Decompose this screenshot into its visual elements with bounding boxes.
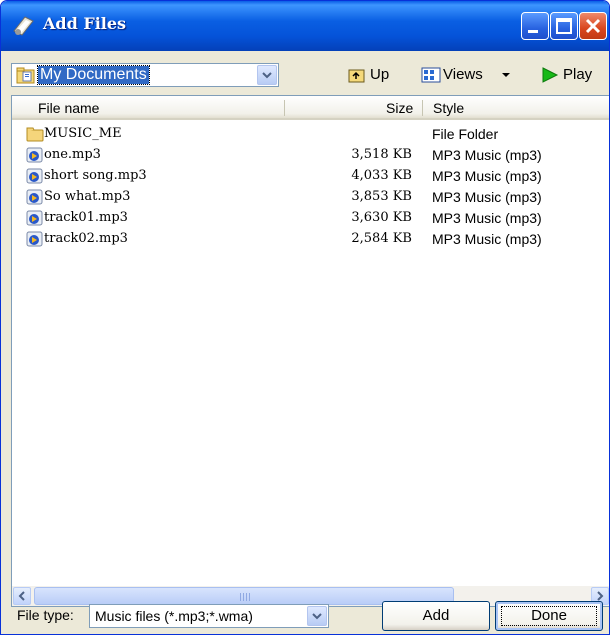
play-label: Play bbox=[563, 66, 593, 83]
up-button[interactable]: Up bbox=[348, 65, 403, 87]
file-style: MP3 Music (mp3) bbox=[432, 231, 542, 247]
file-list-header: File name Size Style bbox=[12, 96, 609, 120]
file-type-label: File type: bbox=[17, 607, 74, 623]
views-label: Views bbox=[443, 66, 483, 83]
grip-icon bbox=[240, 593, 250, 601]
mp3-file-icon bbox=[26, 210, 43, 226]
music-app-icon bbox=[13, 16, 34, 36]
column-divider[interactable] bbox=[284, 100, 285, 116]
file-list[interactable]: File name Size Style MUSIC_ME File Folde… bbox=[11, 95, 609, 607]
file-type-value: Music files (*.mp3;*.wma) bbox=[95, 608, 253, 624]
list-item[interactable]: one.mp3 3,518 KB MP3 Music (mp3) bbox=[12, 145, 609, 166]
title-bar[interactable]: Add Files bbox=[1, 1, 609, 51]
file-size: 3,630 KB bbox=[351, 210, 412, 225]
views-dropdown-arrow-icon[interactable] bbox=[501, 72, 511, 78]
list-item[interactable]: track01.mp3 3,630 KB MP3 Music (mp3) bbox=[12, 208, 609, 229]
location-dropdown-arrow[interactable] bbox=[257, 65, 277, 85]
maximize-icon bbox=[556, 18, 572, 34]
views-icon bbox=[421, 67, 441, 83]
mp3-file-icon bbox=[26, 189, 43, 205]
scroll-left-button[interactable] bbox=[13, 587, 31, 605]
file-size: 3,853 KB bbox=[351, 189, 412, 204]
column-divider[interactable] bbox=[422, 100, 423, 116]
file-name: one.mp3 bbox=[44, 147, 101, 162]
file-name: track02.mp3 bbox=[44, 231, 128, 246]
file-style: File Folder bbox=[432, 126, 499, 142]
up-label: Up bbox=[370, 66, 390, 83]
toolbar: My Documents Up Views Play bbox=[1, 51, 609, 95]
folder-up-icon bbox=[348, 69, 365, 83]
file-name: So what.mp3 bbox=[44, 189, 131, 204]
play-icon bbox=[542, 67, 559, 83]
mp3-file-icon bbox=[26, 147, 43, 163]
focus-ring bbox=[501, 606, 597, 626]
window-title: Add Files bbox=[43, 14, 127, 33]
location-dropdown[interactable]: My Documents bbox=[11, 63, 279, 87]
close-button[interactable] bbox=[579, 12, 607, 40]
done-button[interactable]: Done bbox=[495, 601, 603, 631]
mp3-file-icon bbox=[26, 231, 43, 247]
column-header-name[interactable]: File name bbox=[38, 100, 99, 116]
file-name: MUSIC_ME bbox=[44, 126, 122, 141]
add-files-dialog: Add Files My Documents Up Views Play Fil… bbox=[0, 0, 610, 635]
chevron-down-icon bbox=[312, 613, 322, 620]
file-type-dropdown[interactable]: Music files (*.mp3;*.wma) bbox=[89, 604, 329, 628]
file-style: MP3 Music (mp3) bbox=[432, 147, 542, 163]
file-name: short song.mp3 bbox=[44, 168, 147, 183]
list-item[interactable]: track02.mp3 2,584 KB MP3 Music (mp3) bbox=[12, 229, 609, 250]
file-style: MP3 Music (mp3) bbox=[432, 210, 542, 226]
file-size: 2,584 KB bbox=[351, 231, 412, 246]
list-item[interactable]: So what.mp3 3,853 KB MP3 Music (mp3) bbox=[12, 187, 609, 208]
list-item[interactable]: short song.mp3 4,033 KB MP3 Music (mp3) bbox=[12, 166, 609, 187]
file-size: 4,033 KB bbox=[351, 168, 412, 183]
folder-icon bbox=[26, 127, 44, 142]
column-header-size[interactable]: Size bbox=[386, 100, 413, 116]
views-button[interactable]: Views bbox=[421, 65, 516, 87]
file-style: MP3 Music (mp3) bbox=[432, 168, 542, 184]
minimize-button[interactable] bbox=[521, 12, 549, 40]
file-size: 3,518 KB bbox=[351, 147, 412, 162]
play-button[interactable]: Play bbox=[541, 65, 603, 87]
close-icon bbox=[585, 18, 601, 34]
list-item[interactable]: MUSIC_ME File Folder bbox=[12, 124, 609, 145]
maximize-button[interactable] bbox=[550, 12, 578, 40]
file-style: MP3 Music (mp3) bbox=[432, 189, 542, 205]
location-value: My Documents bbox=[37, 65, 150, 85]
column-header-style[interactable]: Style bbox=[433, 100, 464, 116]
my-documents-folder-icon bbox=[16, 67, 35, 84]
file-name: track01.mp3 bbox=[44, 210, 128, 225]
chevron-left-icon bbox=[18, 591, 25, 601]
add-button[interactable]: Add bbox=[382, 601, 490, 631]
chevron-down-icon bbox=[262, 72, 272, 79]
mp3-file-icon bbox=[26, 168, 43, 184]
dialog-footer: File type: Music files (*.mp3;*.wma) Add… bbox=[1, 601, 609, 634]
file-type-dropdown-arrow[interactable] bbox=[307, 606, 327, 626]
minimize-icon bbox=[528, 30, 538, 33]
